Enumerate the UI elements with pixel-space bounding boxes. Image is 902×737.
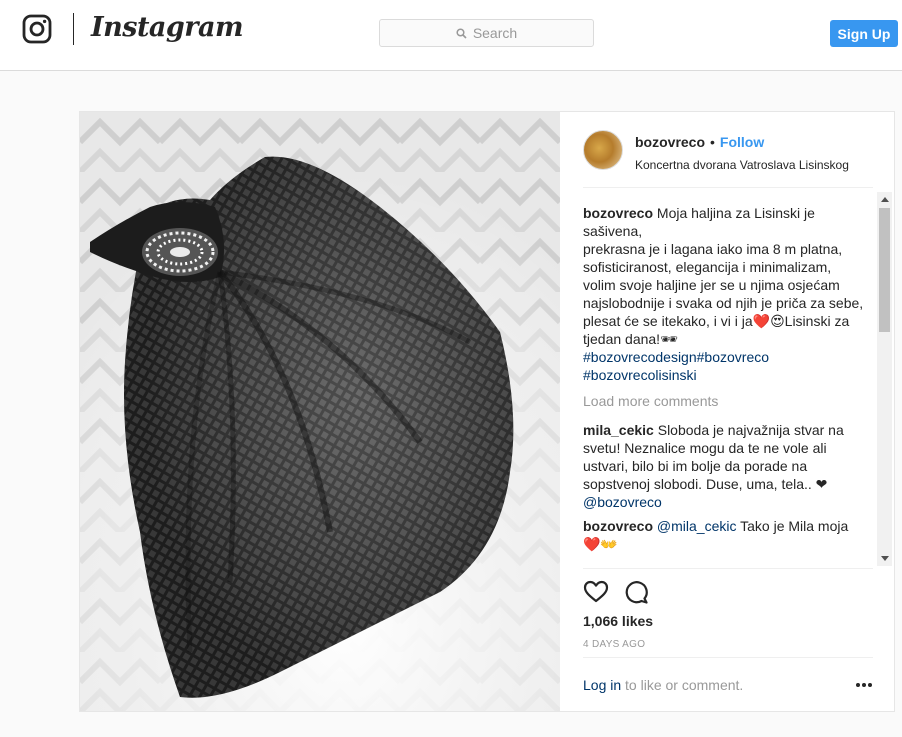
scroll-up-arrow-icon[interactable] (881, 197, 889, 202)
post-timestamp[interactable]: 4 DAYS AGO (583, 639, 645, 650)
follow-button[interactable]: Follow (720, 134, 764, 150)
comment-mention[interactable]: @mila_cekic (657, 518, 737, 534)
sign-up-button[interactable]: Sign Up (830, 20, 898, 47)
rhinestone-brooch (142, 228, 218, 276)
top-nav: Instagram Search Sign Up (0, 0, 902, 71)
comment-username[interactable]: mila_cekic (583, 422, 654, 438)
comments-list[interactable]: bozovreco Moja haljina za Lisinski je sa… (583, 204, 865, 566)
hashtag-link[interactable]: #bozovreco (697, 349, 769, 365)
scroll-down-arrow-icon[interactable] (881, 556, 889, 561)
instagram-camera-icon[interactable] (22, 14, 52, 44)
post-image[interactable] (80, 112, 560, 711)
search-placeholder: Search (472, 25, 518, 41)
caption-line: prekrasna je i lagana iako ima 8 m platn… (583, 241, 843, 257)
comment-bubble-icon[interactable] (623, 579, 649, 605)
comment-username[interactable]: bozovreco (583, 518, 653, 534)
post-header: bozovreco • Follow Koncertna dvorana Vatro… (583, 130, 873, 188)
load-more-comments-button[interactable]: Load more comments (583, 392, 865, 410)
caption-line: plesat će se itekako, i vi i ja❤️😍Lisins… (583, 313, 850, 347)
nav-divider (73, 13, 74, 45)
post-card: bozovreco • Follow Koncertna dvorana Vatro… (79, 111, 895, 712)
login-prompt-text: to like or comment. (625, 677, 744, 693)
scrollbar-thumb[interactable] (879, 208, 890, 332)
heart-icon[interactable] (583, 579, 609, 605)
caption-line: volim svoje haljine jer se u njima osjeć… (583, 277, 864, 311)
post-footer: Log in to like or comment. (583, 657, 873, 711)
dress-photo (80, 112, 560, 711)
instagram-wordmark[interactable]: Instagram (91, 12, 244, 43)
likes-count[interactable]: 1,066 likes (583, 613, 653, 629)
login-link[interactable]: Log in (583, 677, 621, 693)
hashtag-link[interactable]: #bozovrecodesign (583, 349, 697, 365)
comment-mention[interactable]: @bozovreco (583, 494, 662, 510)
post-location[interactable]: Koncertna dvorana Vatroslava Lisinskog (635, 158, 849, 172)
post-author-line: bozovreco • Follow (635, 134, 764, 150)
caption-username[interactable]: bozovreco (583, 205, 653, 221)
caption: bozovreco Moja haljina za Lisinski je sa… (583, 204, 865, 384)
search-input[interactable]: Search (379, 19, 594, 47)
search-icon (456, 27, 467, 39)
hashtag-link[interactable]: #bozovrecolisinski (583, 367, 697, 383)
avatar[interactable] (583, 130, 623, 170)
caption-line: sofisticiranost, elegancija i minimaliza… (583, 259, 832, 275)
post-author-username[interactable]: bozovreco (635, 134, 705, 150)
post-sidebar: bozovreco • Follow Koncertna dvorana Vatro… (560, 112, 894, 711)
login-prompt: Log in to like or comment. (583, 677, 743, 693)
post-actions: 1,066 likes 4 DAYS AGO (583, 568, 873, 654)
comment-item: mila_cekic Sloboda je najvažnija stvar n… (583, 421, 865, 511)
comment-item: bozovreco @mila_cekic Tako je Mila moja … (583, 517, 865, 553)
separator-dot: • (710, 134, 715, 150)
comments-scrollbar[interactable] (877, 192, 892, 566)
more-options-icon[interactable] (855, 678, 873, 692)
